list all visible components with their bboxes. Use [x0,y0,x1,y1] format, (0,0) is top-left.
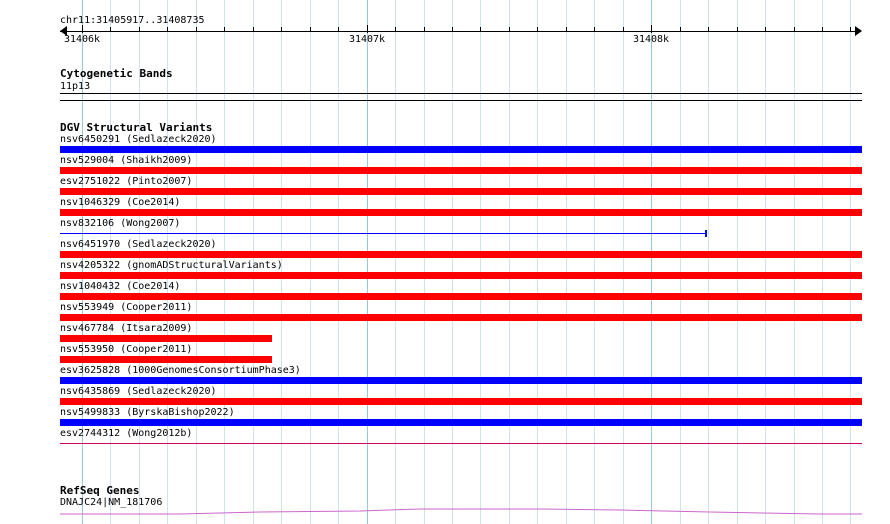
grid-line [651,0,652,524]
dgv-feature-endcap [705,230,707,237]
ruler-minor-tick [623,27,624,31]
dgv-track-title[interactable]: DGV Structural Variants [60,121,212,134]
grid-line [537,0,538,524]
ruler-minor-tick [395,27,396,31]
refseq-track-title[interactable]: RefSeq Genes [60,484,139,497]
gene-model[interactable] [60,506,862,518]
grid-line [708,0,709,524]
grid-line [367,0,368,524]
grid-line [480,0,481,524]
dgv-feature-bar[interactable] [60,356,272,363]
dgv-feature-label[interactable]: nsv553949 (Cooper2011) [60,302,192,313]
dgv-feature-label[interactable]: nsv6451970 (Sedlazeck2020) [60,239,217,250]
dgv-feature-bar[interactable] [60,398,862,405]
ruler-tick-label: 31408k [632,34,670,45]
grid-line [338,0,339,524]
ruler-minor-tick [224,27,225,31]
ruler-minor-tick [680,27,681,31]
ruler-major-tick [82,25,83,33]
dgv-feature-label[interactable]: nsv1040432 (Coe2014) [60,281,180,292]
dgv-feature-label[interactable]: nsv1046329 (Coe2014) [60,197,180,208]
dgv-feature-label[interactable]: nsv832106 (Wong2007) [60,218,180,229]
dgv-feature-bar[interactable] [60,146,862,153]
ruler-minor-tick [566,27,567,31]
dgv-feature-bar[interactable] [60,251,862,258]
dgv-feature-label[interactable]: nsv553950 (Cooper2011) [60,344,192,355]
dgv-feature-bar[interactable] [60,419,862,426]
grid-line [623,0,624,524]
dgv-feature-bar[interactable] [60,293,862,300]
arrow-right-icon[interactable] [855,26,862,36]
dgv-feature-bar[interactable] [60,272,862,279]
grid-line [822,0,823,524]
grid-line [850,0,851,524]
dgv-feature-bar[interactable] [60,233,706,234]
grid-line [424,0,425,524]
ruler-minor-tick [708,27,709,31]
ruler-minor-tick [594,27,595,31]
dgv-feature-label[interactable]: nsv529004 (Shaikh2009) [60,155,192,166]
dgv-feature-label[interactable]: nsv467784 (Itsara2009) [60,323,192,334]
dgv-feature-label[interactable]: nsv5499833 (ByrskaBishop2022) [60,407,235,418]
ruler-minor-tick [822,27,823,31]
dgv-feature-bar[interactable] [60,377,862,384]
dgv-feature-bar[interactable] [60,314,862,321]
ruler-major-tick [651,25,652,33]
gene-transcript-line [60,508,862,515]
dgv-feature-label[interactable]: esv3625828 (1000GenomesConsortiumPhase3) [60,365,301,376]
dgv-feature-bar[interactable] [60,443,862,444]
dgv-feature-bar[interactable] [60,209,862,216]
cytoband-band-bottom [60,100,862,101]
ruler-minor-tick [765,27,766,31]
ruler-minor-tick [509,27,510,31]
grid-line [509,0,510,524]
ruler-major-tick [367,25,368,33]
ruler-minor-tick [338,27,339,31]
ruler-minor-tick [537,27,538,31]
grid-line [765,0,766,524]
ruler-minor-tick [850,27,851,31]
grid-line [594,0,595,524]
cytoband-band-top [60,93,862,94]
dgv-feature-label[interactable]: nsv4205322 (gnomADStructuralVariants) [60,260,283,271]
dgv-feature-label[interactable]: esv2751022 (Pinto2007) [60,176,192,187]
ruler-minor-tick [310,27,311,31]
ruler-minor-tick [794,27,795,31]
ruler-minor-tick [139,27,140,31]
ruler-tick-label: 31407k [348,34,386,45]
dgv-feature-label[interactable]: esv2744312 (Wong2012b) [60,428,192,439]
grid-line [310,0,311,524]
ruler-tick-label: 31406k [63,34,101,45]
cytoband-track-title[interactable]: Cytogenetic Bands [60,67,173,80]
ruler-minor-tick [737,27,738,31]
dgv-feature-bar[interactable] [60,335,272,342]
dgv-feature-label[interactable]: nsv6450291 (Sedlazeck2020) [60,134,217,145]
dgv-feature-bar[interactable] [60,167,862,174]
ruler-minor-tick [196,27,197,31]
genome-browser: chr11:31405917..31408735 31406k 31407k 3… [0,0,890,524]
grid-line [395,0,396,524]
ruler-minor-tick [253,27,254,31]
dgv-feature-label[interactable]: nsv6435869 (Sedlazeck2020) [60,386,217,397]
grid-line [680,0,681,524]
ruler-minor-tick [281,27,282,31]
ruler-minor-tick [452,27,453,31]
cytoband-label: 11p13 [60,81,91,92]
grid-line [737,0,738,524]
ruler-minor-tick [480,27,481,31]
grid-line [794,0,795,524]
ruler-minor-tick [424,27,425,31]
ruler-minor-tick [167,27,168,31]
ruler-minor-tick [110,27,111,31]
grid-line [452,0,453,524]
ruler-line [60,31,861,32]
grid-line [566,0,567,524]
dgv-feature-bar[interactable] [60,188,862,195]
